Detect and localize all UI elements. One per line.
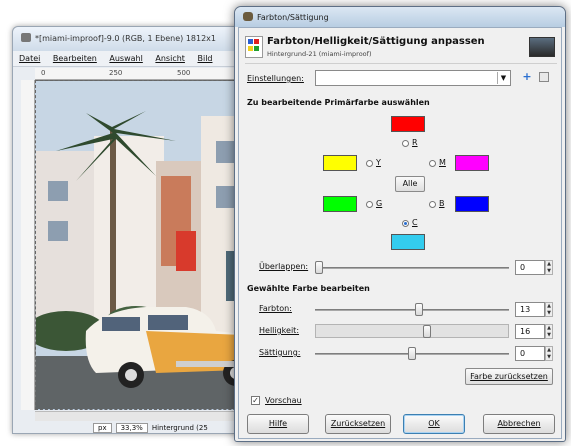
presets-label: Einstellungen:: [247, 74, 304, 83]
swatch-green[interactable]: [323, 196, 357, 212]
menu-datei[interactable]: Datei: [19, 54, 40, 63]
menu-bild[interactable]: Bild: [197, 54, 212, 63]
hue-saturation-dialog: Farbton/Sättigung Farbton/Helligkeit/Sät…: [234, 6, 566, 442]
radio-red-label: R: [412, 138, 418, 147]
lightness-label: Helligkeit:: [259, 326, 300, 335]
edit-color-heading: Gewählte Farbe bearbeiten: [247, 284, 370, 293]
primary-color-heading: Zu bearbeitende Primärfarbe auswählen: [247, 98, 430, 107]
swatch-yellow[interactable]: [323, 155, 357, 171]
radio-green[interactable]: [366, 201, 373, 208]
vertical-ruler: [21, 80, 35, 410]
unit-select[interactable]: px: [93, 423, 112, 433]
radio-green-label: G: [376, 199, 383, 208]
hue-input[interactable]: 13: [515, 302, 545, 317]
radio-blue-label: B: [439, 199, 445, 208]
radio-magenta[interactable]: [429, 160, 436, 167]
hue-label: Farbton:: [259, 304, 292, 313]
overlap-track[interactable]: [315, 267, 509, 269]
radio-cyan-label: C: [412, 218, 418, 227]
hue-saturation-icon: [245, 36, 263, 58]
menu-bearbeiten[interactable]: Bearbeiten: [53, 54, 97, 63]
swatch-magenta[interactable]: [455, 155, 489, 171]
add-preset-icon[interactable]: +: [521, 71, 533, 83]
hue-track[interactable]: [315, 309, 509, 311]
lightness-input[interactable]: 16: [515, 324, 545, 339]
saturation-slider-handle[interactable]: [408, 347, 416, 360]
dialog-titlebar[interactable]: Farbton/Sättigung: [235, 7, 565, 27]
layer-status: Hintergrund (25: [151, 424, 208, 432]
dialog-header: Farbton/Helligkeit/Sättigung anpassen Hi…: [245, 34, 557, 64]
preset-menu-icon[interactable]: [539, 72, 549, 82]
radio-red[interactable]: [402, 140, 409, 147]
hue-slider-handle[interactable]: [414, 303, 423, 316]
overlap-slider-handle[interactable]: [315, 261, 323, 274]
cancel-button[interactable]: Abbrechen: [483, 414, 555, 434]
swatch-cyan[interactable]: [391, 234, 425, 250]
ok-button[interactable]: OK: [403, 414, 465, 434]
spin-arrows-icon[interactable]: ▲ ▼: [545, 260, 553, 275]
menu-auswahl[interactable]: Auswahl: [109, 54, 142, 63]
reset-color-button[interactable]: Farbe zurücksetzen: [465, 368, 553, 385]
chevron-down-icon: ▼: [497, 72, 509, 84]
saturation-input[interactable]: 0: [515, 346, 545, 361]
radio-yellow[interactable]: [366, 160, 373, 167]
dialog-body: Farbton/Helligkeit/Sättigung anpassen Hi…: [238, 27, 562, 439]
checkmark-icon: ✓: [252, 396, 259, 405]
ruler-mark: 500: [177, 69, 191, 77]
zoom-select[interactable]: 33,3%: [115, 423, 148, 433]
lightness-track[interactable]: [315, 324, 509, 338]
gimp-icon: [243, 12, 253, 21]
spin-arrows-icon[interactable]: ▲ ▼: [545, 302, 553, 317]
lightness-slider-handle[interactable]: [422, 325, 431, 338]
layer-thumbnail: [529, 37, 555, 57]
spin-arrows-icon[interactable]: ▲ ▼: [545, 324, 553, 339]
radio-magenta-label: M: [439, 158, 446, 167]
dialog-header-subtitle: Hintergrund-21 (miami-improof): [267, 50, 372, 58]
radio-cyan[interactable]: [402, 220, 409, 227]
dialog-header-title: Farbton/Helligkeit/Sättigung anpassen: [267, 36, 485, 47]
reset-button[interactable]: Zurücksetzen: [325, 414, 391, 434]
spin-arrows-icon[interactable]: ▲ ▼: [545, 346, 553, 361]
image-window-title: *[miami-improof]-9.0 (RGB, 1 Ebene) 1812…: [35, 34, 217, 43]
menu-ansicht[interactable]: Ansicht: [155, 54, 185, 63]
presets-dropdown[interactable]: ▼: [315, 70, 511, 86]
radio-yellow-label: Y: [376, 158, 381, 167]
ruler-mark: 250: [109, 69, 123, 77]
ruler-mark: 0: [41, 69, 46, 77]
swatch-blue[interactable]: [455, 196, 489, 212]
overlap-input[interactable]: 0: [515, 260, 545, 275]
overlap-label: Überlappen:: [259, 262, 309, 271]
swatch-red[interactable]: [391, 116, 425, 132]
gimp-icon: [21, 33, 31, 42]
preview-label[interactable]: Vorschau: [265, 396, 302, 405]
saturation-label: Sättigung:: [259, 348, 301, 357]
all-colors-button[interactable]: Alle: [395, 176, 425, 192]
preview-checkbox[interactable]: ✓: [251, 396, 260, 405]
dialog-title: Farbton/Sättigung: [257, 13, 329, 22]
radio-blue[interactable]: [429, 201, 436, 208]
help-button[interactable]: Hilfe: [247, 414, 309, 434]
